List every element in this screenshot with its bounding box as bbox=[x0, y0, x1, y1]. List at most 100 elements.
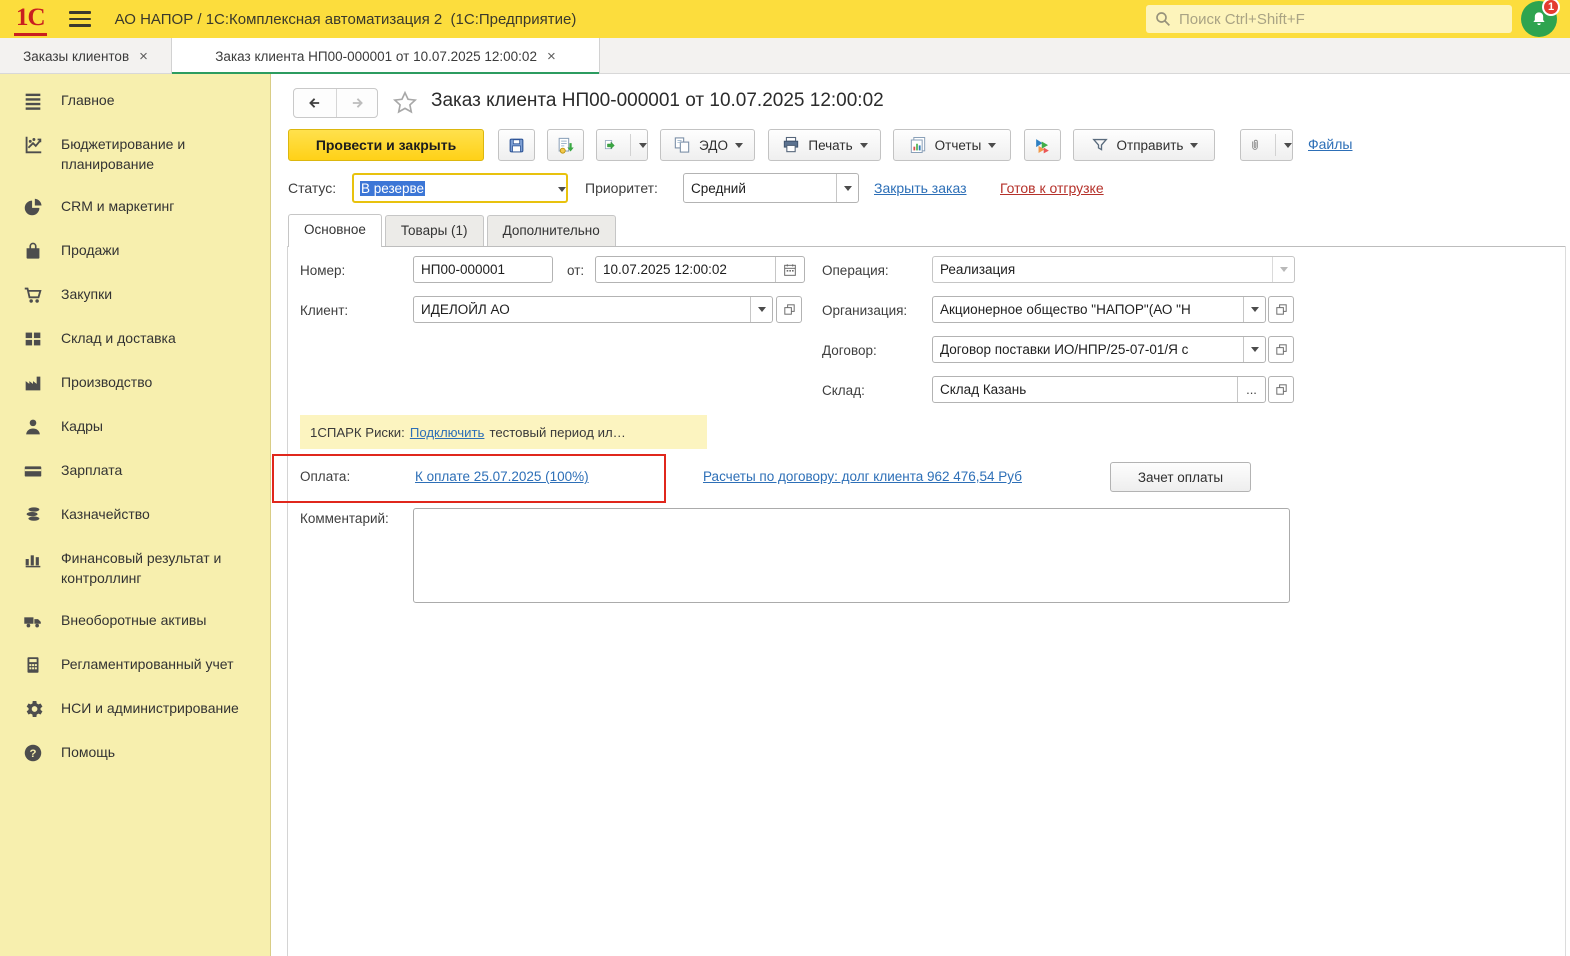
save-floppy-icon bbox=[507, 135, 526, 156]
organization-select[interactable]: Акционерное общество "НАПОР"(АО "Н bbox=[932, 296, 1266, 323]
sidebar-item-assets[interactable]: Внеоборотные активы bbox=[0, 599, 270, 643]
edo-button[interactable]: ЭДО bbox=[660, 129, 755, 161]
tab-customer-orders-list[interactable]: Заказы клиентов × bbox=[0, 38, 172, 74]
finance-bars-icon bbox=[20, 548, 46, 588]
edo-icon bbox=[672, 135, 692, 155]
send-button[interactable]: Отправить bbox=[1073, 129, 1215, 161]
sidebar-item-label: CRM и маркетинг bbox=[61, 196, 174, 218]
warehouse-label: Склад: bbox=[822, 383, 865, 398]
open-ref-icon bbox=[782, 302, 797, 317]
app-title: АО НАПОР / 1С:Комплексная автоматизация … bbox=[115, 11, 577, 28]
sidebar-item-main[interactable]: Главное bbox=[0, 79, 270, 123]
global-search-input[interactable]: Поиск Ctrl+Shift+F bbox=[1146, 5, 1512, 33]
topbar: 1С АО НАПОР / 1С:Комплексная автоматизац… bbox=[0, 0, 1570, 38]
sidebar-item-label: НСИ и администрирование bbox=[61, 698, 239, 720]
date-input[interactable]: 10.07.2025 12:00:02 bbox=[595, 256, 805, 283]
production-factory-icon bbox=[20, 372, 46, 394]
document-form: Заказ клиента НП00-000001 от 10.07.2025 … bbox=[271, 74, 1570, 956]
tab-main[interactable]: Основное bbox=[288, 214, 382, 247]
send-funnel-icon bbox=[1090, 135, 1110, 155]
sidebar-item-label: Финансовый результат и контроллинг bbox=[61, 548, 256, 588]
operation-value: Реализация bbox=[933, 262, 1272, 277]
priority-value: Средний bbox=[684, 181, 836, 196]
notifications-button[interactable]: 1 bbox=[1521, 1, 1557, 37]
organization-dropdown-arrow[interactable] bbox=[1243, 297, 1265, 322]
sidebar-item-production[interactable]: Производство bbox=[0, 361, 270, 405]
tab-additional[interactable]: Дополнительно bbox=[487, 215, 616, 247]
sidebar-item-purchases[interactable]: Закупки bbox=[0, 273, 270, 317]
sidebar-item-nsi-admin[interactable]: НСИ и администрирование bbox=[0, 687, 270, 731]
client-open-button[interactable] bbox=[776, 296, 802, 323]
sidebar-item-hr[interactable]: Кадры bbox=[0, 405, 270, 449]
favorite-star-icon[interactable] bbox=[391, 89, 419, 117]
comment-input[interactable] bbox=[413, 508, 1290, 603]
save-button[interactable] bbox=[498, 129, 535, 161]
discussions-button[interactable] bbox=[1024, 129, 1061, 161]
priority-select[interactable]: Средний bbox=[683, 173, 859, 203]
contract-dropdown-arrow[interactable] bbox=[1243, 337, 1265, 362]
close-order-link[interactable]: Закрыть заказ bbox=[874, 180, 967, 196]
client-select[interactable]: ИДЕЛОЙЛ АО bbox=[413, 296, 773, 323]
contract-select[interactable]: Договор поставки ИО/НПР/25-07-01/Я с bbox=[932, 336, 1266, 363]
number-value: НП00-000001 bbox=[414, 262, 552, 277]
sidebar-item-help[interactable]: ? Помощь bbox=[0, 731, 270, 775]
main-menu-hamburger-icon[interactable] bbox=[69, 11, 91, 27]
reports-button[interactable]: Отчеты bbox=[893, 129, 1011, 161]
ready-to-ship-link[interactable]: Готов к отгрузке bbox=[1000, 180, 1104, 196]
priority-dropdown-arrow[interactable] bbox=[836, 174, 858, 202]
status-dropdown-arrow[interactable] bbox=[558, 179, 566, 197]
sidebar-item-sales[interactable]: Продажи bbox=[0, 229, 270, 273]
status-select[interactable]: В резерве bbox=[352, 173, 568, 203]
comment-label: Комментарий: bbox=[300, 511, 389, 526]
tab-panel-border bbox=[287, 246, 1565, 247]
create-based-on-button[interactable] bbox=[596, 129, 648, 161]
number-input[interactable]: НП00-000001 bbox=[413, 256, 553, 283]
attachments-menu-arrow[interactable] bbox=[1275, 134, 1292, 156]
post-and-close-button[interactable]: Провести и закрыть bbox=[288, 129, 484, 161]
warehouse-choose-button[interactable]: ... bbox=[1237, 377, 1265, 402]
organization-label: Организация: bbox=[822, 303, 907, 318]
notification-badge: 1 bbox=[1542, 0, 1560, 16]
sidebar-item-crm[interactable]: CRM и маркетинг bbox=[0, 185, 270, 229]
settlements-link[interactable]: Расчеты по договору: долг клиента 962 47… bbox=[703, 469, 1022, 484]
print-button[interactable]: Печать bbox=[768, 129, 881, 161]
sidebar-item-budgeting[interactable]: Бюджетирование и планирование bbox=[0, 123, 270, 185]
warehouse-select[interactable]: Склад Казань ... bbox=[932, 376, 1266, 403]
post-and-close-label: Провести и закрыть bbox=[316, 137, 456, 153]
operation-select[interactable]: Реализация bbox=[932, 256, 1295, 283]
contract-value: Договор поставки ИО/НПР/25-07-01/Я с bbox=[933, 342, 1243, 357]
tab-label: Заказ клиента НП00-000001 от 10.07.2025 … bbox=[215, 49, 537, 64]
spark-connect-link[interactable]: Подключить bbox=[410, 425, 485, 440]
client-dropdown-arrow[interactable] bbox=[750, 297, 772, 322]
sidebar-item-treasury[interactable]: Казначейство bbox=[0, 493, 270, 537]
payment-terms-link[interactable]: К оплате 25.07.2025 (100%) bbox=[415, 469, 589, 484]
tab-goods[interactable]: Товары (1) bbox=[385, 215, 484, 247]
1c-logo-icon[interactable]: 1С bbox=[14, 3, 47, 36]
contract-open-button[interactable] bbox=[1268, 336, 1294, 363]
tab-close-icon[interactable]: × bbox=[547, 48, 556, 65]
main-menu-icon bbox=[20, 90, 46, 112]
sidebar-item-regulated[interactable]: Регламентированный учет bbox=[0, 643, 270, 687]
treasury-coins-icon bbox=[20, 504, 46, 526]
warehouse-open-button[interactable] bbox=[1268, 376, 1294, 403]
tab-close-icon[interactable]: × bbox=[139, 48, 148, 65]
organization-value: Акционерное общество "НАПОР"(АО "Н bbox=[933, 302, 1243, 317]
attachments-button[interactable] bbox=[1240, 129, 1293, 161]
back-arrow-icon bbox=[305, 93, 325, 113]
post-document-button[interactable] bbox=[547, 129, 584, 161]
purchases-cart-icon bbox=[20, 284, 46, 306]
sidebar-item-salary[interactable]: Зарплата bbox=[0, 449, 270, 493]
search-placeholder: Поиск Ctrl+Shift+F bbox=[1179, 11, 1305, 28]
tab-customer-order-document[interactable]: Заказ клиента НП00-000001 от 10.07.2025 … bbox=[172, 38, 600, 74]
files-link[interactable]: Файлы bbox=[1308, 136, 1352, 152]
sidebar-item-finance[interactable]: Финансовый результат и контроллинг bbox=[0, 537, 270, 599]
calendar-button[interactable] bbox=[775, 257, 804, 282]
contract-label: Договор: bbox=[822, 343, 877, 358]
forward-button[interactable] bbox=[336, 89, 378, 117]
sidebar-item-warehouse[interactable]: Склад и доставка bbox=[0, 317, 270, 361]
print-icon bbox=[781, 135, 801, 155]
create-based-on-menu-arrow[interactable] bbox=[630, 134, 647, 156]
payment-offset-button[interactable]: Зачет оплаты bbox=[1110, 462, 1251, 492]
back-button[interactable] bbox=[294, 89, 336, 117]
organization-open-button[interactable] bbox=[1268, 296, 1294, 323]
